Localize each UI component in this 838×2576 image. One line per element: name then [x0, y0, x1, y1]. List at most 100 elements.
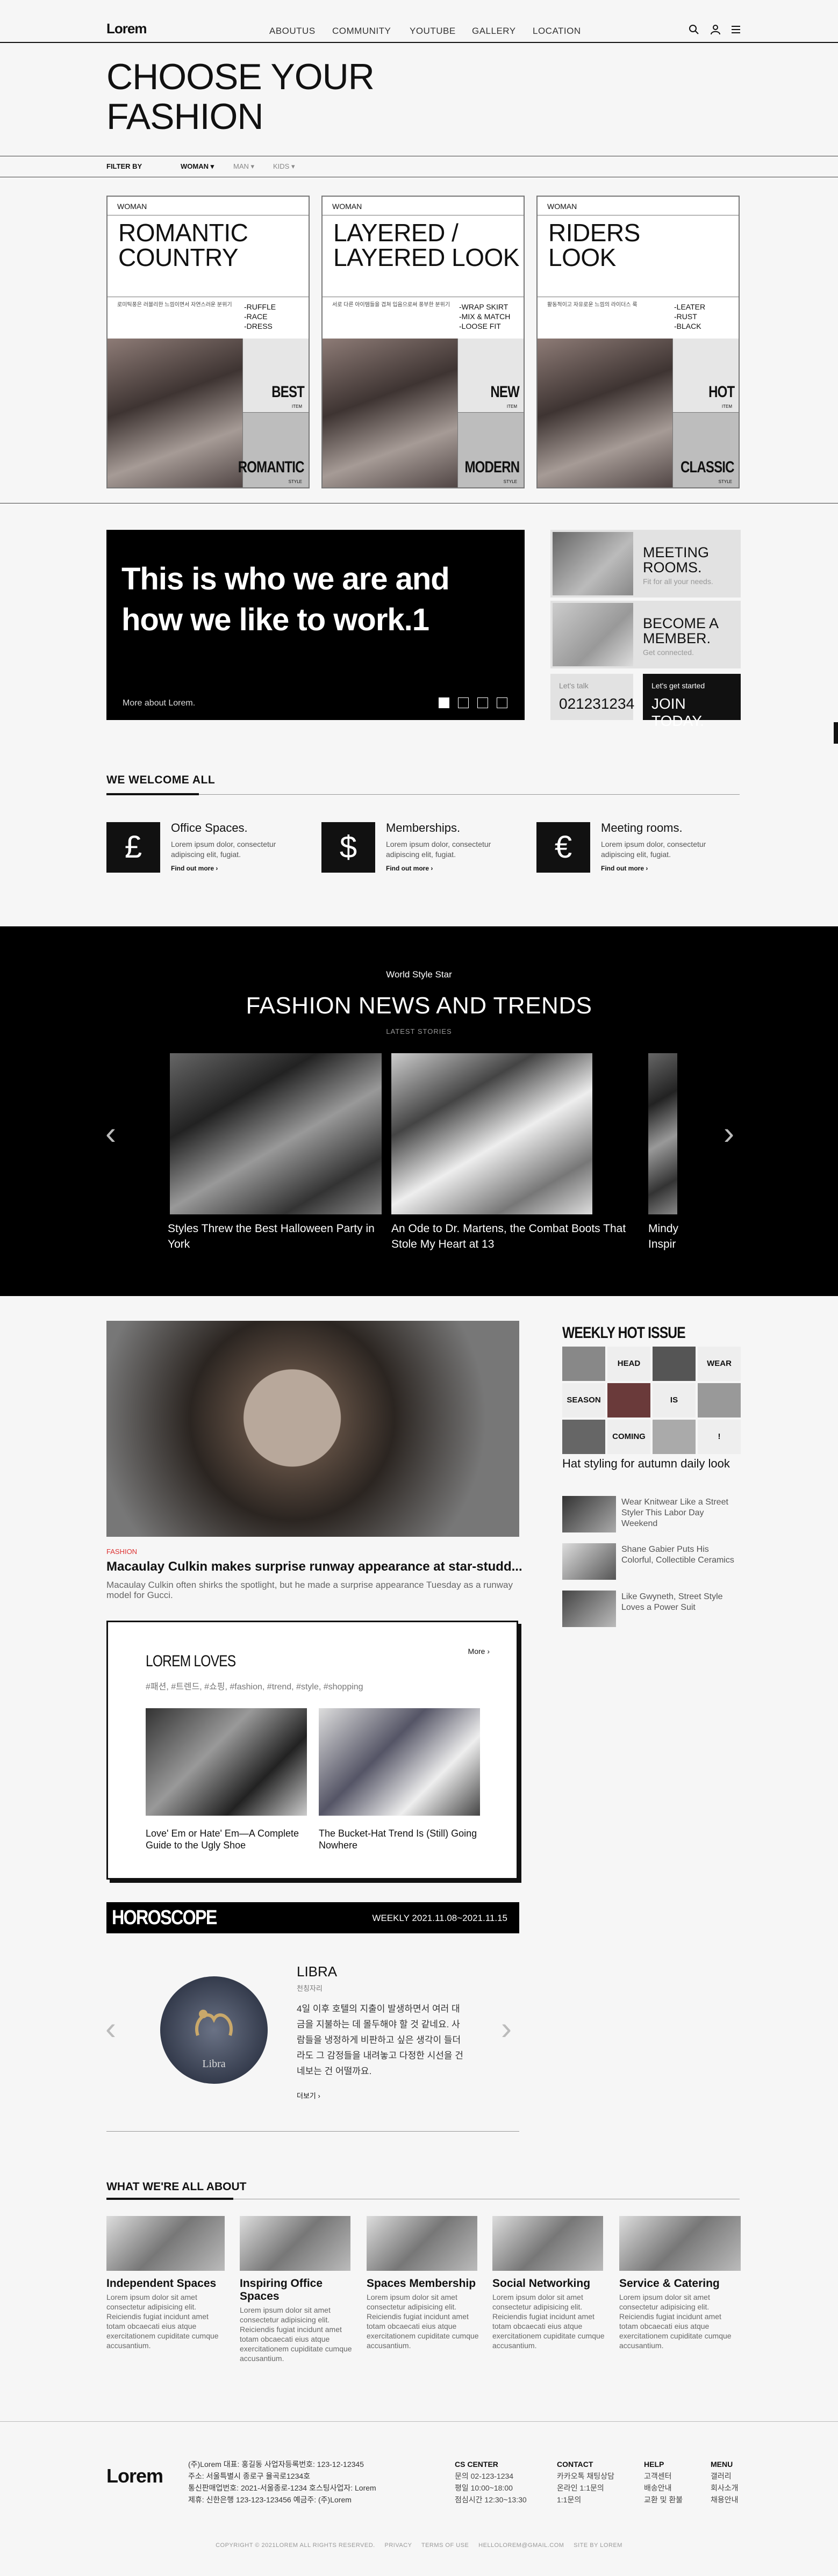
pound-icon: £	[106, 822, 160, 873]
chevron-right-icon[interactable]: ›	[724, 1114, 734, 1152]
euro-icon: €	[536, 822, 590, 873]
news-image[interactable]	[391, 1053, 592, 1214]
company-info: (주)Lorem 대표: 홍길동 사업자등록번호: 123-12-12345 주…	[188, 2460, 376, 2504]
filter-man[interactable]: MAN ▾	[233, 162, 254, 171]
slider-dot-active[interactable]	[439, 697, 449, 708]
feature-title[interactable]: Service & Catering	[619, 2277, 732, 2290]
menu-icon[interactable]	[730, 24, 742, 35]
feature-desc: Lorem ipsum dolor sit amet consectetur a…	[367, 2293, 479, 2350]
meeting-rooms-photo	[553, 532, 633, 595]
nav-youtube[interactable]: YOUTUBE	[410, 26, 456, 37]
slider-dot[interactable]	[458, 697, 469, 708]
horoscope-more-link[interactable]: 더보기 ›	[297, 2090, 320, 2100]
link-label: Find out more	[386, 865, 429, 872]
col-lines[interactable]: 카카오톡 채팅상담 온라인 1:1문의 1:1문의	[557, 2472, 614, 2504]
main-story-photo[interactable]	[106, 1321, 519, 1537]
col-title: CS CENTER	[455, 2460, 498, 2469]
loves-caption[interactable]: The Bucket-Hat Trend Is (Still) Going No…	[319, 1827, 480, 1851]
member-panel[interactable]: BECOME A MEMBER. Get connected.	[550, 601, 741, 668]
item-title: Like Gwyneth, Street Style Loves a Power…	[621, 1592, 723, 1612]
hot-issue-item[interactable]: Wear Knitwear Like a Street Styler This …	[562, 1496, 741, 1532]
news-section: World Style Star FASHION NEWS AND TRENDS…	[0, 926, 838, 1296]
card-badge-bottom: ROMANTIC STYLE	[238, 413, 309, 487]
news-caption[interactable]: An Ode to Dr. Martens, the Combat Boots …	[391, 1221, 628, 1252]
grid-photo	[698, 1383, 741, 1417]
col-lines[interactable]: 고객센터 배송안내 교환 및 환불	[644, 2472, 683, 2504]
nav-gallery[interactable]: GALLERY	[472, 26, 516, 37]
find-out-more-link[interactable]: Find out more ›	[386, 865, 433, 872]
more-link[interactable]: More ›	[468, 1647, 490, 1656]
scroll-marker[interactable]	[834, 722, 838, 744]
user-icon[interactable]	[710, 24, 721, 35]
chevron-left-icon[interactable]: ‹	[105, 1114, 116, 1152]
find-out-more-link[interactable]: Find out more ›	[171, 865, 218, 872]
feature-image[interactable]	[367, 2216, 477, 2271]
horoscope-title: HOROSCOPE	[112, 1906, 217, 1929]
chevron-left-icon[interactable]: ‹	[105, 2010, 116, 2047]
filter-kids[interactable]: KIDS ▾	[273, 162, 295, 171]
hot-issue-grid[interactable]: HEAD WEAR SEASON IS COMING !	[562, 1347, 741, 1454]
feature-image[interactable]	[240, 2216, 350, 2271]
loves-image[interactable]	[319, 1708, 480, 1816]
story-headline[interactable]: Macaulay Culkin makes surprise runway ap…	[106, 1559, 522, 1574]
card-bullets: -WRAP SKIRT -MIX & MATCH -LOOSE FIT	[459, 303, 511, 330]
hot-issue-item[interactable]: Like Gwyneth, Street Style Loves a Power…	[562, 1591, 741, 1627]
footer-col-help: HELP 고객센터 배송안내 교환 및 환불	[644, 2458, 683, 2506]
loves-image[interactable]	[146, 1708, 307, 1816]
news-kicker: World Style Star	[386, 969, 452, 980]
story-category[interactable]: FASHION	[106, 1548, 137, 1556]
thumb	[562, 1591, 616, 1627]
filter-woman[interactable]: WOMAN ▾	[181, 162, 214, 171]
news-caption[interactable]: Mindy Inspir	[648, 1221, 678, 1252]
news-image[interactable]	[648, 1053, 677, 1214]
hot-issue-headline[interactable]: Hat styling for autumn daily look	[562, 1456, 740, 1471]
feature-desc: Lorem ipsum dolor sit amet consectetur a…	[619, 2293, 732, 2350]
style-card[interactable]: WOMAN RIDERS LOOK 활동적이고 자유로운 느낌의 라이더스 룩 …	[536, 196, 740, 488]
welcome-item-title: Office Spaces.	[171, 821, 248, 834]
feature-title[interactable]: Independent Spaces	[106, 2277, 219, 2290]
feature-title[interactable]: Spaces Membership	[367, 2277, 479, 2290]
style-card[interactable]: WOMAN LAYERED / LAYERED LOOK 서로 다른 아이템들을…	[321, 196, 525, 488]
search-icon[interactable]	[688, 24, 700, 35]
panel-title: BECOME A MEMBER.	[643, 615, 718, 646]
find-out-more-link[interactable]: Find out more ›	[601, 865, 648, 872]
nav-about[interactable]: ABOUTUS	[269, 26, 316, 37]
contact-phone-box[interactable]: Let's talk 021231234	[550, 674, 634, 720]
feature-image[interactable]	[492, 2216, 603, 2271]
hot-issue-item[interactable]: Shane Gabier Puts His Colorful, Collecti…	[562, 1543, 741, 1580]
loves-caption[interactable]: Love' Em or Hate' Em—A Complete Guide to…	[146, 1827, 307, 1851]
badge-text: HOT	[708, 383, 735, 401]
card-desc: 활동적이고 자유로운 느낌의 라이더스 룩	[547, 302, 638, 308]
more-label: More	[468, 1647, 485, 1656]
footer-logo[interactable]: Lorem	[106, 2465, 163, 2487]
news-caption[interactable]: Styles Threw the Best Halloween Party in…	[168, 1221, 383, 1252]
join-button[interactable]: Let's get started JOIN TODAY.	[643, 674, 741, 729]
feature-image[interactable]	[106, 2216, 225, 2271]
filter-label: FILTER BY	[106, 162, 142, 170]
about-link[interactable]: More about Lorem.	[123, 699, 195, 708]
col-lines[interactable]: 문의 02-123-1234 평일 10:00~18:00 점심시간 12:30…	[455, 2472, 527, 2504]
col-lines[interactable]: 갤러리 회사소개 채용안내	[711, 2472, 739, 2504]
badge-text: BEST	[271, 383, 305, 401]
chevron-right-icon[interactable]: ›	[501, 2010, 512, 2047]
card-title: RIDERS LOOK	[548, 219, 640, 271]
card-badge-bottom: MODERN STYLE	[457, 413, 524, 487]
thumb	[562, 1543, 616, 1580]
link-label: Find out more	[601, 865, 644, 872]
slider-dot[interactable]	[497, 697, 507, 708]
site-logo[interactable]: Lorem	[106, 20, 147, 37]
loves-title: LOREM LOVES	[146, 1652, 236, 1670]
feature-title[interactable]: Social Networking	[492, 2277, 605, 2290]
thumb	[562, 1496, 616, 1532]
slider-dot[interactable]	[477, 697, 488, 708]
feature-image[interactable]	[619, 2216, 741, 2271]
style-card[interactable]: WOMAN ROMANTIC COUNTRY 로미틱풍은 러블리한 느낌이면서 …	[106, 196, 310, 488]
feature-title[interactable]: Inspiring Office Spaces	[240, 2277, 353, 2303]
join-label: JOIN TODAY.	[651, 695, 705, 729]
started-label: Let's get started	[651, 681, 705, 690]
nav-location[interactable]: LOCATION	[533, 26, 581, 37]
nav-community[interactable]: COMMUNITY	[332, 26, 391, 37]
grid-photo	[607, 1383, 650, 1417]
meeting-rooms-panel[interactable]: MEETING ROOMS. Fit for all your needs.	[550, 530, 741, 598]
news-image[interactable]	[170, 1053, 382, 1214]
